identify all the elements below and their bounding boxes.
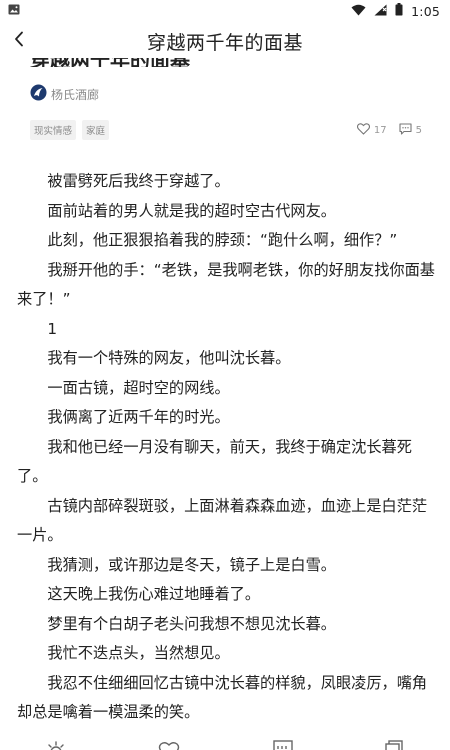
signal-icon	[374, 4, 387, 19]
bottom-toolbar	[0, 738, 450, 750]
like-count: 17	[373, 124, 387, 136]
status-bar: 1:05	[0, 0, 450, 22]
paragraph: 我忙不迭点头，当然想见。	[47, 644, 230, 662]
paragraph: 古镜内部碎裂斑驳，上面淋着森森血迹，血迹上是白茫茫一片。	[17, 496, 428, 545]
like-stat[interactable]: 17	[356, 122, 387, 138]
brightness-icon[interactable]	[45, 739, 67, 750]
status-right: 1:05	[351, 3, 440, 19]
back-button[interactable]	[6, 28, 32, 54]
image-icon	[8, 4, 20, 18]
comment-stat[interactable]: 5	[399, 122, 422, 138]
author-logo-icon	[30, 84, 47, 105]
app-header: 穿越两千年的面基	[0, 22, 450, 60]
copy-icon[interactable]	[383, 739, 405, 750]
status-left	[8, 4, 20, 18]
paragraph: 1	[47, 319, 58, 338]
paragraph: 我俩离了近两千年的时光。	[47, 408, 230, 426]
back-arrow-icon	[13, 31, 25, 51]
tag-item[interactable]: 家庭	[82, 120, 110, 140]
paragraph: 被雷劈死后我终于穿越了。	[47, 172, 230, 190]
paragraph: 我有一个特殊的网友，他叫沈长暮。	[47, 349, 291, 367]
tag-list: 现实情感 家庭	[30, 120, 110, 140]
comment-icon	[399, 122, 412, 138]
wifi-icon	[351, 4, 366, 19]
page-title: 穿越两千年的面基	[146, 31, 303, 54]
paragraph: 我和他已经一月没有聊天，前天，我终于确定沈长暮死了。	[17, 437, 412, 486]
comment-count: 5	[415, 124, 422, 136]
heart-icon	[356, 122, 370, 138]
meta-row: 现实情感 家庭 17 5	[30, 120, 422, 140]
battery-icon	[395, 3, 403, 19]
tag-item[interactable]: 现实情感	[30, 120, 77, 140]
article-body: 被雷劈死后我终于穿越了。 面前站着的男人就是我的超时空古代网友。 此刻，他正狠狠…	[17, 167, 437, 728]
paragraph: 我掰开他的手：“老铁，是我啊老铁，你的好朋友找你面基来了！”	[17, 260, 435, 309]
article-title-text: 穿越两千年的面基	[30, 58, 190, 67]
heart-icon[interactable]	[158, 739, 180, 750]
paragraph: 这天晚上我伤心难过地睡着了。	[47, 585, 261, 603]
paragraph: 梦里有个白胡子老头问我想不想见沈长暮。	[47, 614, 336, 633]
author-row[interactable]: 杨氏酒廊	[30, 84, 99, 104]
paragraph: 面前站着的男人就是我的超时空古代网友。	[47, 201, 336, 220]
paragraph: 此刻，他正狠狠掐着我的脖颈：“跑什么啊，细作？”	[47, 231, 398, 249]
paragraph: 我猜测，或许那边是冬天，镜子上是白雪。	[47, 555, 336, 574]
stats: 17 5	[356, 122, 422, 138]
paragraph: 一面古镜，超时空的网线。	[47, 378, 230, 397]
catalog-icon[interactable]	[272, 739, 294, 750]
paragraph: 我忍不住细细回忆古镜中沈长暮的样貌，凤眼凌厉，嘴角却总是噙着一模温柔的笑。	[17, 673, 428, 722]
status-time: 1:05	[411, 3, 440, 19]
article-title: 穿越两千年的面基	[30, 58, 330, 67]
author-name: 杨氏酒廊	[51, 87, 100, 102]
